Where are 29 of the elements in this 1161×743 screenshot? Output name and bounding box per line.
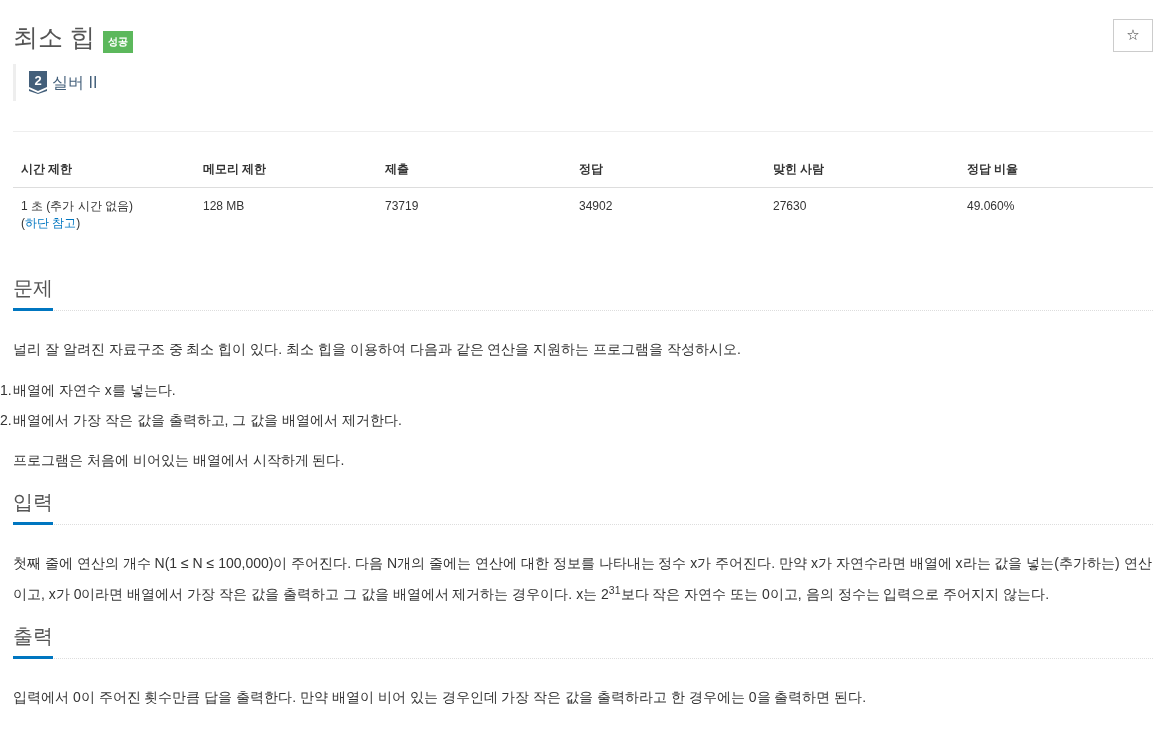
tier-label: 실버 II [52, 72, 98, 93]
list-number: 2. [0, 411, 13, 430]
table-header: 시간 제한 [20, 161, 74, 178]
table-header: 정답 비율 [966, 161, 1020, 178]
table-header: 제출 [384, 161, 410, 178]
table-header: 정답 [578, 161, 604, 178]
list-item-text: 배열에서 가장 작은 값을 출력하고, 그 값을 배열에서 제거한다. [13, 411, 402, 430]
table-header: 맞힌 사람 [772, 161, 826, 178]
list-number: 1. [0, 381, 13, 400]
favorite-star-button[interactable]: ☆ [1113, 19, 1153, 52]
paragraph: 첫째 줄에 연산의 개수 N(1 ≤ N ≤ 100,000)이 주어진다. 다음 N개의 줄에는 연산에 대한 정보를 나타내는 정수 x가 주어진다. 만약 x가 자연수라면 배열에 x라는 값을 넣는(추가하는) 연산이고, x가 0이라면 배열에서 가장 작은 값을 출력하고 그 값을 배열에서 제거하는 경우이다. x는 2$^{31}$보다 작은 자연수 또는 0이고, 음의 정수는 입력으로 주어지지 않는다. [13, 554, 1153, 604]
table-cell-text: 27630 [773, 198, 808, 215]
table-header: 메모리 제한 [202, 161, 268, 178]
table-cell-text: 73719 [385, 198, 420, 215]
section-heading: 출력 [13, 624, 53, 659]
table-cell-text: 1 초 (추가 시간 없음) (하단 참고) [21, 198, 134, 232]
paragraph: 입력에서 0이 주어진 횟수만큼 답을 출력한다. 만약 배열이 비어 있는 경우인데 가장 작은 값을 출력하라고 한 경우에는 0을 출력하면 된다. [13, 688, 868, 707]
table-cell-text: 128 MB [203, 198, 246, 215]
table-cell-text: 34902 [579, 198, 614, 215]
problem-title: 최소 힙 [13, 22, 95, 53]
table-cell-text: 49.060% [967, 198, 1016, 215]
reference-link[interactable]: 하단 참고 [25, 216, 77, 230]
section-heading: 입력 [13, 490, 53, 525]
tier-shield-icon: 2 [29, 71, 47, 94]
section-heading: 문제 [13, 276, 53, 311]
paragraph: 프로그램은 처음에 비어있는 배열에서 시작하게 된다. [13, 451, 346, 470]
paragraph: 널리 잘 알려진 자료구조 중 최소 힙이 있다. 최소 힙을 이용하여 다음과 같은 연산을 지원하는 프로그램을 작성하시오. [13, 340, 742, 359]
result-badge: 성공 [102, 31, 133, 53]
list-item-text: 배열에 자연수 x를 넣는다. [13, 381, 176, 400]
